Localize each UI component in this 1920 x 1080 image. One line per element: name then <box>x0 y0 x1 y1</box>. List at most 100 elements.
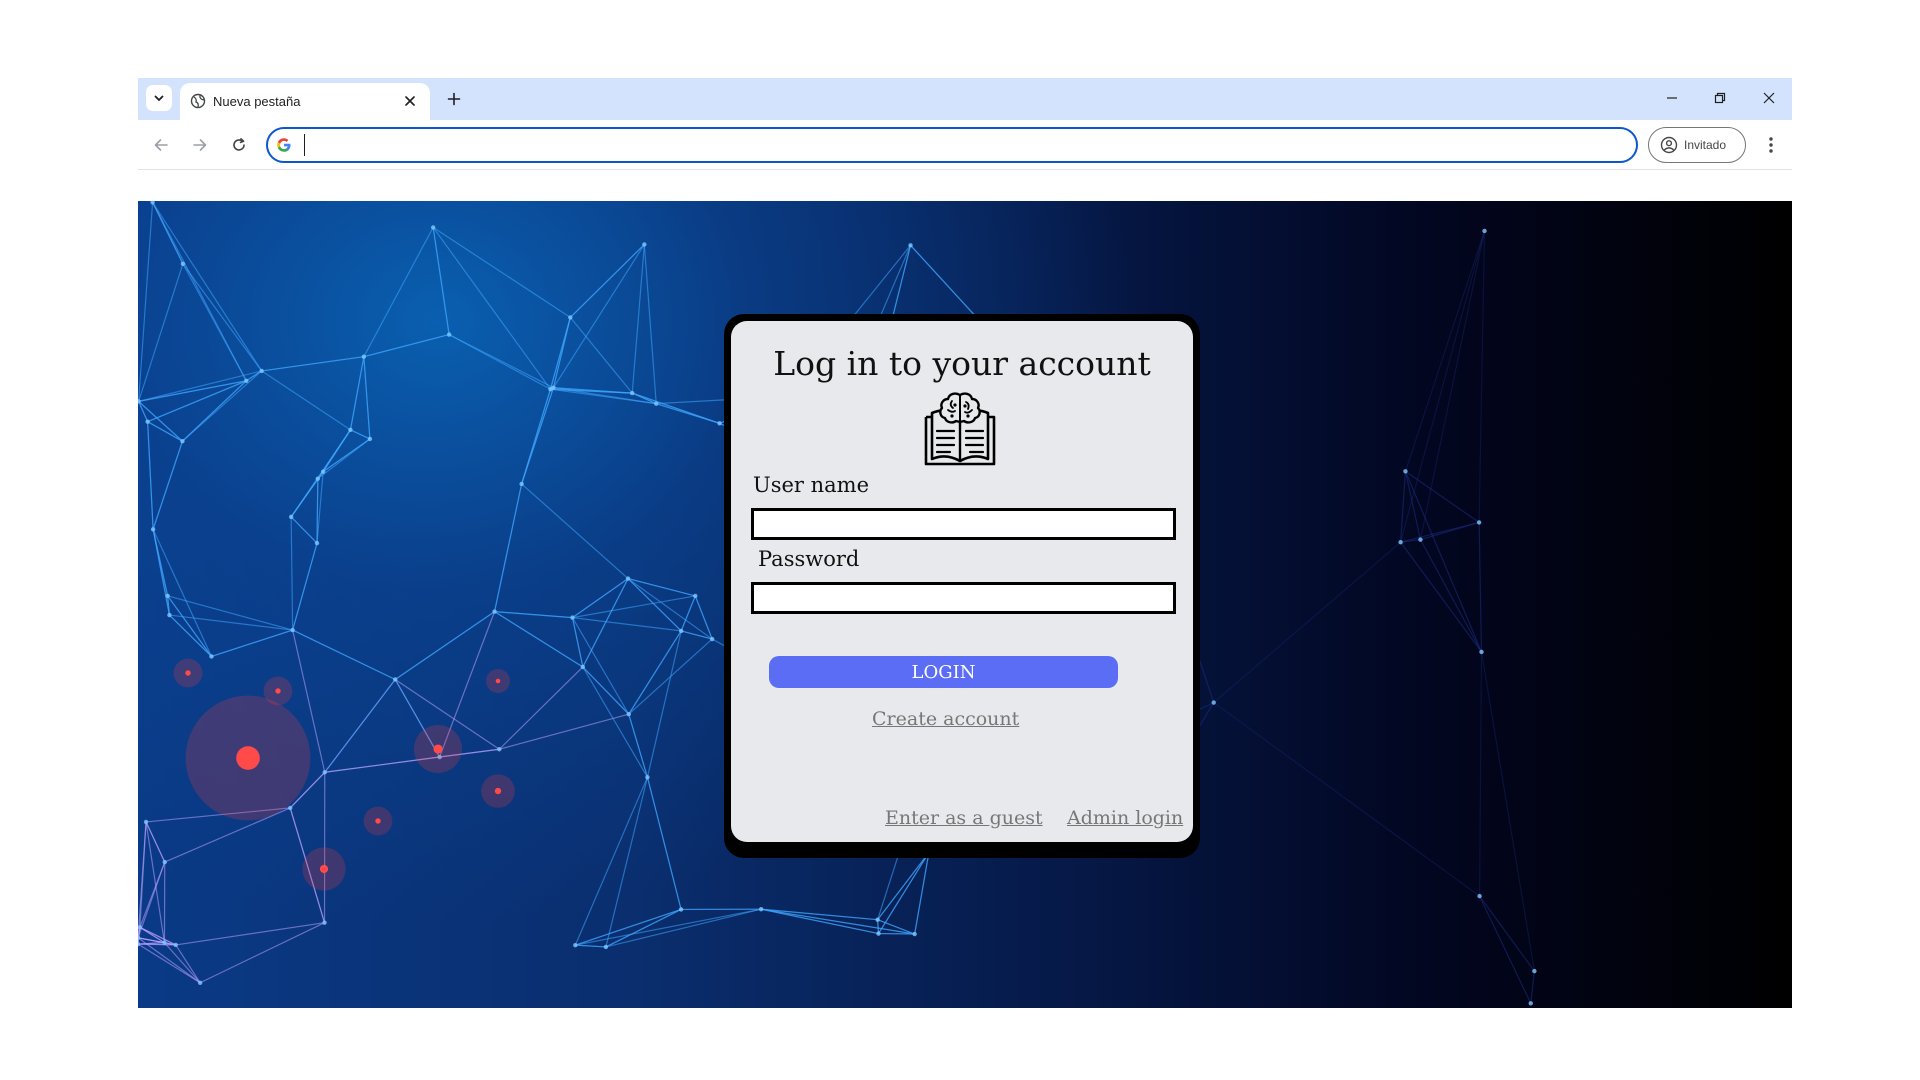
network-line <box>324 679 396 773</box>
network-node <box>1479 649 1484 655</box>
network-line <box>1478 230 1486 523</box>
back-button[interactable] <box>148 132 174 158</box>
network-line <box>432 227 450 335</box>
network-node <box>322 770 327 775</box>
network-line <box>494 611 584 668</box>
red-node <box>433 744 443 754</box>
minimize-button[interactable] <box>1657 86 1687 110</box>
network-node <box>173 942 178 948</box>
network-line <box>182 263 263 372</box>
network-line <box>290 516 318 544</box>
username-input[interactable] <box>751 508 1176 540</box>
network-node <box>315 476 321 481</box>
network-line <box>761 908 879 935</box>
network-line <box>1419 539 1483 653</box>
network-node <box>1398 539 1403 545</box>
address-input[interactable] <box>304 134 1604 156</box>
network-node <box>165 593 170 599</box>
network-node <box>1476 520 1482 525</box>
network-node <box>288 805 293 811</box>
red-node <box>495 678 501 684</box>
forward-button[interactable] <box>187 132 213 158</box>
network-line <box>152 201 263 372</box>
network-line <box>1479 895 1535 972</box>
network-line <box>182 380 247 442</box>
password-input[interactable] <box>751 582 1176 614</box>
profile-label: Invitado <box>1684 138 1727 152</box>
network-line <box>138 263 184 402</box>
network-line <box>632 392 720 424</box>
create-account-link[interactable]: Create account <box>872 708 1019 730</box>
network-node <box>197 980 203 985</box>
login-card-body: Log in to your account User name Passwor… <box>731 321 1193 842</box>
network-line <box>317 438 371 480</box>
network-line <box>605 908 682 948</box>
network-line <box>627 578 696 597</box>
network-node <box>430 225 436 230</box>
browser-window: Nueva pestaña Invitado Log in to your ac… <box>138 78 1792 1008</box>
restore-button[interactable] <box>1705 86 1735 110</box>
network-line <box>521 483 629 580</box>
tab-title: Nueva pestaña <box>213 94 301 109</box>
network-line <box>211 629 293 658</box>
network-line <box>575 944 606 948</box>
tab-search-button[interactable] <box>146 85 172 111</box>
window-close-button[interactable] <box>1754 86 1784 110</box>
network-line <box>605 908 762 948</box>
page-viewport: Log in to your account User name Passwor… <box>138 201 1792 1008</box>
network-line <box>169 614 293 631</box>
tab-close-button[interactable] <box>400 91 420 111</box>
globe-icon <box>190 93 206 109</box>
network-line <box>1404 471 1422 540</box>
network-line <box>261 356 364 372</box>
network-line <box>498 666 584 750</box>
network-node <box>150 527 156 532</box>
admin-login-link[interactable]: Admin login <box>1067 807 1183 829</box>
brain-book-icon <box>924 392 996 466</box>
network-line <box>575 908 762 946</box>
guest-link[interactable]: Enter as a guest <box>885 807 1043 829</box>
more-vertical-icon <box>1769 137 1773 153</box>
network-node <box>603 944 609 950</box>
network-node <box>717 421 722 426</box>
network-line <box>1213 541 1401 704</box>
network-node <box>446 332 452 337</box>
page-title: Log in to your account <box>773 344 1151 383</box>
network-line <box>571 617 584 668</box>
network-node <box>654 401 659 406</box>
network-node <box>630 390 635 396</box>
profile-button[interactable]: Invitado <box>1648 127 1746 163</box>
red-node <box>375 818 381 824</box>
network-node <box>167 612 172 618</box>
red-node <box>319 864 329 874</box>
network-node <box>908 243 913 248</box>
password-label: Password <box>758 547 860 571</box>
new-tab-button[interactable] <box>442 87 466 111</box>
network-node <box>322 920 327 925</box>
browser-tab[interactable]: Nueva pestaña <box>180 83 430 120</box>
network-node <box>320 469 326 474</box>
network-line <box>138 400 183 442</box>
network-line <box>552 244 645 389</box>
network-line <box>643 244 657 404</box>
network-line <box>605 777 649 948</box>
network-node <box>143 819 149 825</box>
network-node <box>180 261 186 267</box>
network-line <box>1478 651 1483 897</box>
reload-button[interactable] <box>226 132 252 158</box>
red-node <box>185 670 191 676</box>
login-button[interactable]: LOGIN <box>769 656 1118 688</box>
network-line <box>681 630 713 640</box>
network-line <box>164 942 201 984</box>
network-line <box>432 226 571 318</box>
network-line <box>1400 541 1482 653</box>
address-bar[interactable] <box>266 127 1638 163</box>
network-line <box>569 317 633 394</box>
network-node <box>1403 469 1408 474</box>
network-node <box>288 514 294 520</box>
tab-strip: Nueva pestaña <box>138 78 1792 120</box>
browser-menu-button[interactable] <box>1758 132 1784 158</box>
network-node <box>875 917 880 922</box>
network-node <box>758 906 764 912</box>
network-line <box>432 227 551 390</box>
